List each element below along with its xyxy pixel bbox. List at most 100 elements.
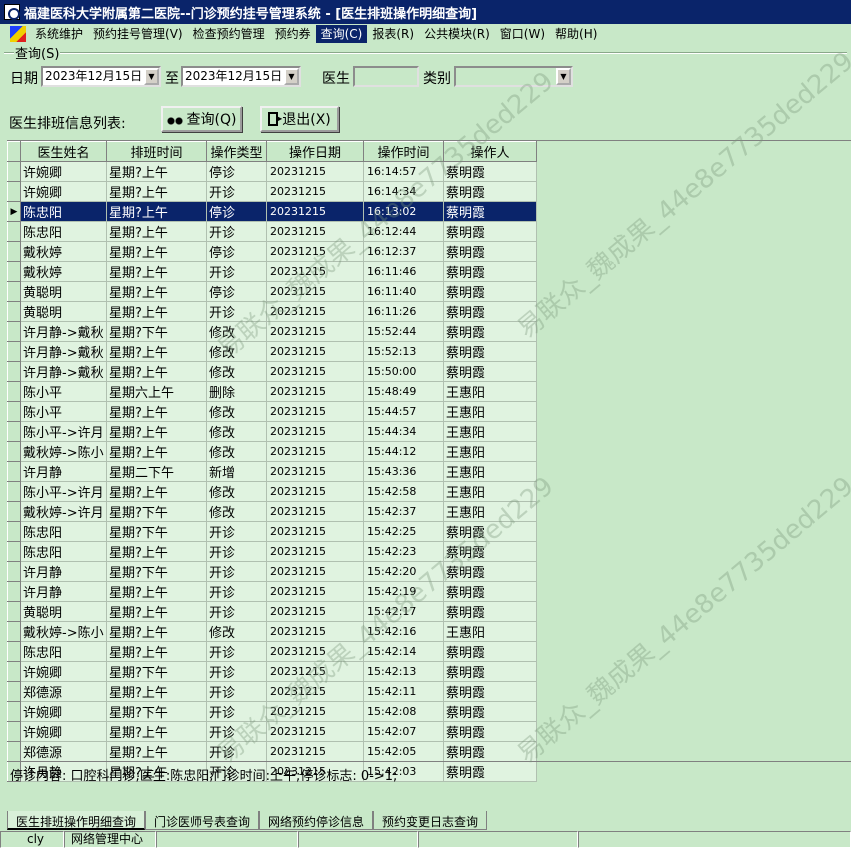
cell-op-time[interactable]: 15:42:08 [363, 701, 444, 722]
cell-op-date[interactable]: 20231215 [266, 221, 364, 242]
cell-op-type[interactable]: 开诊 [206, 521, 267, 542]
cell-schedule-time[interactable]: 星期?上午 [106, 281, 207, 302]
menu-appointment[interactable]: 预约挂号管理(V) [88, 25, 188, 43]
cell-operator[interactable]: 蔡明霞 [443, 241, 537, 262]
table-row[interactable]: 戴秋婷->许月 星期?下午 修改 20231215 15:42:37 王惠阳 [7, 501, 537, 522]
cell-op-date[interactable]: 20231215 [266, 381, 364, 402]
cell-op-time[interactable]: 15:42:16 [363, 621, 444, 642]
col-doctor-name[interactable]: 医生姓名 [20, 141, 107, 162]
col-operator[interactable]: 操作人 [443, 141, 537, 162]
cell-op-type[interactable]: 修改 [206, 421, 267, 442]
cell-op-time[interactable]: 15:50:00 [363, 361, 444, 382]
cell-operator[interactable]: 王惠阳 [443, 401, 537, 422]
row-indicator[interactable] [7, 261, 21, 282]
row-indicator[interactable] [7, 301, 21, 322]
cell-op-date[interactable]: 20231215 [266, 621, 364, 642]
table-row[interactable]: 戴秋婷 星期?上午 开诊 20231215 16:11:46 蔡明霞 [7, 261, 537, 282]
col-op-type[interactable]: 操作类型 [206, 141, 267, 162]
cell-operator[interactable]: 蔡明霞 [443, 201, 537, 222]
cell-schedule-time[interactable]: 星期?上午 [106, 741, 207, 762]
menu-help[interactable]: 帮助(H) [550, 25, 602, 43]
cell-op-time[interactable]: 15:42:25 [363, 521, 444, 542]
cell-schedule-time[interactable]: 星期?下午 [106, 561, 207, 582]
cell-schedule-time[interactable]: 星期?上午 [106, 241, 207, 262]
cell-op-time[interactable]: 15:42:05 [363, 741, 444, 762]
table-row[interactable]: 陈小平 星期?上午 修改 20231215 15:44:57 王惠阳 [7, 401, 537, 422]
cell-doctor-name[interactable]: 陈忠阳 [20, 221, 107, 242]
cell-op-date[interactable]: 20231215 [266, 641, 364, 662]
table-row[interactable]: 陈忠阳 星期?下午 开诊 20231215 15:42:25 蔡明霞 [7, 521, 537, 542]
cell-op-time[interactable]: 15:42:58 [363, 481, 444, 502]
cell-schedule-time[interactable]: 星期?下午 [106, 701, 207, 722]
cell-op-date[interactable]: 20231215 [266, 301, 364, 322]
cell-op-type[interactable]: 开诊 [206, 641, 267, 662]
cell-op-date[interactable]: 20231215 [266, 261, 364, 282]
cell-op-date[interactable]: 20231215 [266, 541, 364, 562]
cell-op-date[interactable]: 20231215 [266, 341, 364, 362]
cell-doctor-name[interactable]: 许月静->戴秋 [20, 341, 107, 362]
cell-operator[interactable]: 蔡明霞 [443, 181, 537, 202]
cell-op-type[interactable]: 开诊 [206, 721, 267, 742]
cell-doctor-name[interactable]: 许月静 [20, 581, 107, 602]
cell-op-type[interactable]: 开诊 [206, 261, 267, 282]
row-indicator[interactable] [7, 541, 21, 562]
cell-operator[interactable]: 王惠阳 [443, 621, 537, 642]
cell-operator[interactable]: 蔡明霞 [443, 361, 537, 382]
table-row[interactable]: 许月静 星期二下午 新增 20231215 15:43:36 王惠阳 [7, 461, 537, 482]
cell-op-date[interactable]: 20231215 [266, 281, 364, 302]
cell-operator[interactable]: 王惠阳 [443, 501, 537, 522]
cell-doctor-name[interactable]: 戴秋婷 [20, 261, 107, 282]
cell-schedule-time[interactable]: 星期?上午 [106, 601, 207, 622]
cell-op-time[interactable]: 15:42:23 [363, 541, 444, 562]
cell-op-time[interactable]: 15:42:11 [363, 681, 444, 702]
cell-doctor-name[interactable]: 郑德源 [20, 741, 107, 762]
cell-op-type[interactable]: 开诊 [206, 301, 267, 322]
cell-op-time[interactable]: 16:12:44 [363, 221, 444, 242]
cell-schedule-time[interactable]: 星期?上午 [106, 361, 207, 382]
col-schedule-time[interactable]: 排班时间 [106, 141, 207, 162]
cell-op-type[interactable]: 修改 [206, 481, 267, 502]
cell-operator[interactable]: 蔡明霞 [443, 681, 537, 702]
cell-op-time[interactable]: 16:14:57 [363, 161, 444, 182]
col-op-time[interactable]: 操作时间 [363, 141, 444, 162]
cell-operator[interactable]: 王惠阳 [443, 441, 537, 462]
cell-op-time[interactable]: 15:42:13 [363, 661, 444, 682]
cell-operator[interactable]: 蔡明霞 [443, 721, 537, 742]
cell-schedule-time[interactable]: 星期?下午 [106, 661, 207, 682]
table-row[interactable]: 戴秋婷 星期?上午 停诊 20231215 16:12:37 蔡明霞 [7, 241, 537, 262]
cell-op-type[interactable]: 开诊 [206, 701, 267, 722]
cell-op-date[interactable]: 20231215 [266, 241, 364, 262]
cell-doctor-name[interactable]: 许婉卿 [20, 721, 107, 742]
row-indicator-arrow-icon[interactable]: ▶ [7, 201, 21, 222]
cell-op-date[interactable]: 20231215 [266, 321, 364, 342]
cell-op-date[interactable]: 20231215 [266, 461, 364, 482]
cell-op-date[interactable]: 20231215 [266, 181, 364, 202]
cell-schedule-time[interactable]: 星期?上午 [106, 421, 207, 442]
cell-schedule-time[interactable]: 星期?上午 [106, 721, 207, 742]
cell-schedule-time[interactable]: 星期?上午 [106, 261, 207, 282]
cell-schedule-time[interactable]: 星期?上午 [106, 481, 207, 502]
row-indicator[interactable] [7, 701, 21, 722]
menu-query[interactable]: 查询(C) [315, 25, 368, 43]
row-indicator[interactable] [7, 321, 21, 342]
table-row[interactable]: 陈小平->许月 星期?上午 修改 20231215 15:42:58 王惠阳 [7, 481, 537, 502]
cell-op-date[interactable]: 20231215 [266, 441, 364, 462]
cell-op-type[interactable]: 修改 [206, 321, 267, 342]
cell-operator[interactable]: 蔡明霞 [443, 321, 537, 342]
row-indicator[interactable] [7, 621, 21, 642]
cell-doctor-name[interactable]: 黄聪明 [20, 281, 107, 302]
cell-doctor-name[interactable]: 戴秋婷->陈小 [20, 441, 107, 462]
table-row[interactable]: 陈小平 星期六上午 删除 20231215 15:48:49 王惠阳 [7, 381, 537, 402]
table-row[interactable]: 许婉卿 星期?下午 开诊 20231215 15:42:08 蔡明霞 [7, 701, 537, 722]
cell-operator[interactable]: 蔡明霞 [443, 521, 537, 542]
cell-operator[interactable]: 蔡明霞 [443, 701, 537, 722]
cell-op-date[interactable]: 20231215 [266, 501, 364, 522]
cell-operator[interactable]: 蔡明霞 [443, 661, 537, 682]
cell-op-type[interactable]: 新增 [206, 461, 267, 482]
cell-op-time[interactable]: 15:44:57 [363, 401, 444, 422]
cell-op-time[interactable]: 16:11:40 [363, 281, 444, 302]
cell-schedule-time[interactable]: 星期?上午 [106, 441, 207, 462]
cell-operator[interactable]: 蔡明霞 [443, 601, 537, 622]
menu-voucher[interactable]: 预约券 [270, 25, 316, 43]
row-indicator[interactable] [7, 421, 21, 442]
